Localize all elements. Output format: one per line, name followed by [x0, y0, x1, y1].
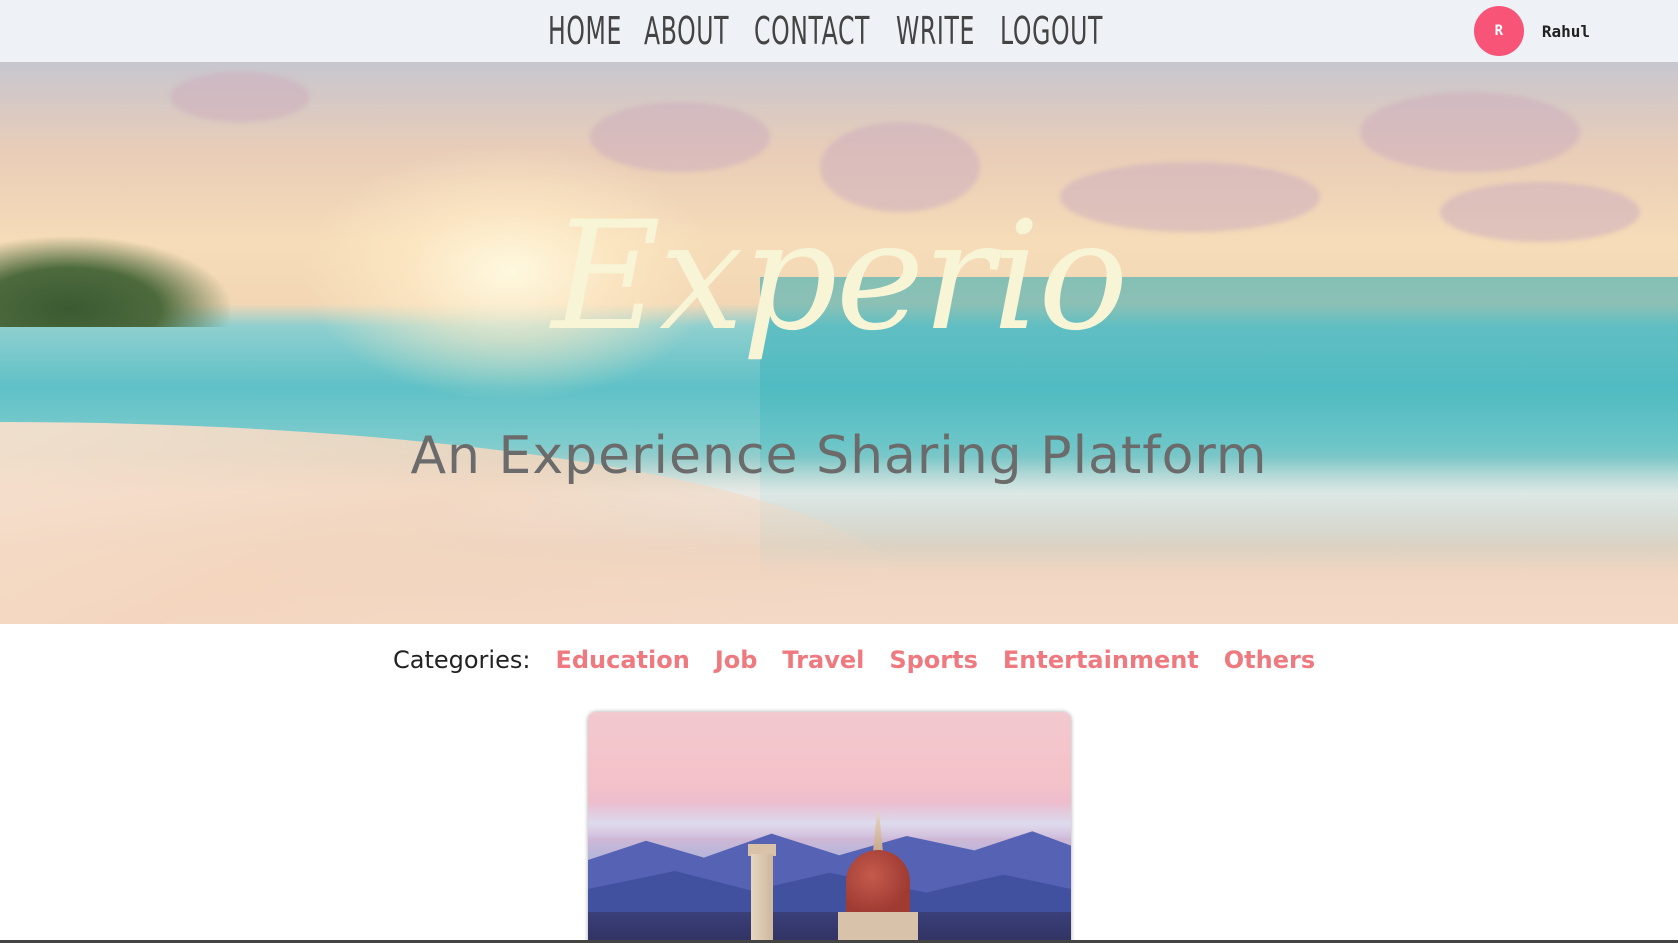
username[interactable]: Rahul [1542, 22, 1590, 41]
post-image-clouds [588, 802, 1071, 838]
category-education[interactable]: Education [555, 646, 689, 674]
nav-contact-label[interactable]: CONTACT [754, 9, 870, 53]
post-image-tower [751, 854, 773, 943]
post-image-drum [838, 912, 918, 943]
post-image-dome [846, 850, 910, 914]
nav-write-label[interactable]: WRITE [896, 9, 975, 53]
categories-bar: Categories: Education Job Travel Sports … [393, 640, 1315, 680]
hero-subtitle: An Experience Sharing Platform [410, 426, 1268, 486]
avatar[interactable]: R [1473, 6, 1524, 56]
nav-home-label[interactable]: HOME [548, 9, 622, 53]
user-profile[interactable]: R Rahul [1473, 4, 1590, 58]
nav-logout-label[interactable]: LOGOUT [1000, 9, 1103, 53]
nav-home[interactable]: HOME [548, 9, 621, 53]
top-nav-bar: HOME ABOUT CONTACT WRITE LOGOUT R Rahul [0, 0, 1678, 62]
nav-about[interactable]: ABOUT [644, 9, 729, 53]
post-card[interactable] [588, 712, 1071, 943]
category-sports[interactable]: Sports [889, 646, 978, 674]
sky-cloud [170, 72, 310, 122]
category-job[interactable]: Job [715, 646, 758, 674]
main-nav: HOME ABOUT CONTACT WRITE LOGOUT [548, 0, 1104, 62]
nav-logout[interactable]: LOGOUT [1000, 9, 1104, 53]
nav-about-label[interactable]: ABOUT [644, 9, 729, 53]
category-others[interactable]: Others [1224, 646, 1315, 674]
hero-title: Experio [551, 190, 1129, 364]
category-entertainment[interactable]: Entertainment [1003, 646, 1199, 674]
nav-write[interactable]: WRITE [896, 9, 974, 53]
category-travel[interactable]: Travel [782, 646, 864, 674]
post-image-city [588, 912, 1071, 943]
categories-label: Categories: [393, 646, 531, 674]
hero-banner: Experio An Experience Sharing Platform [0, 62, 1678, 624]
sky-cloud [1360, 92, 1580, 172]
nav-contact[interactable]: CONTACT [754, 9, 870, 53]
